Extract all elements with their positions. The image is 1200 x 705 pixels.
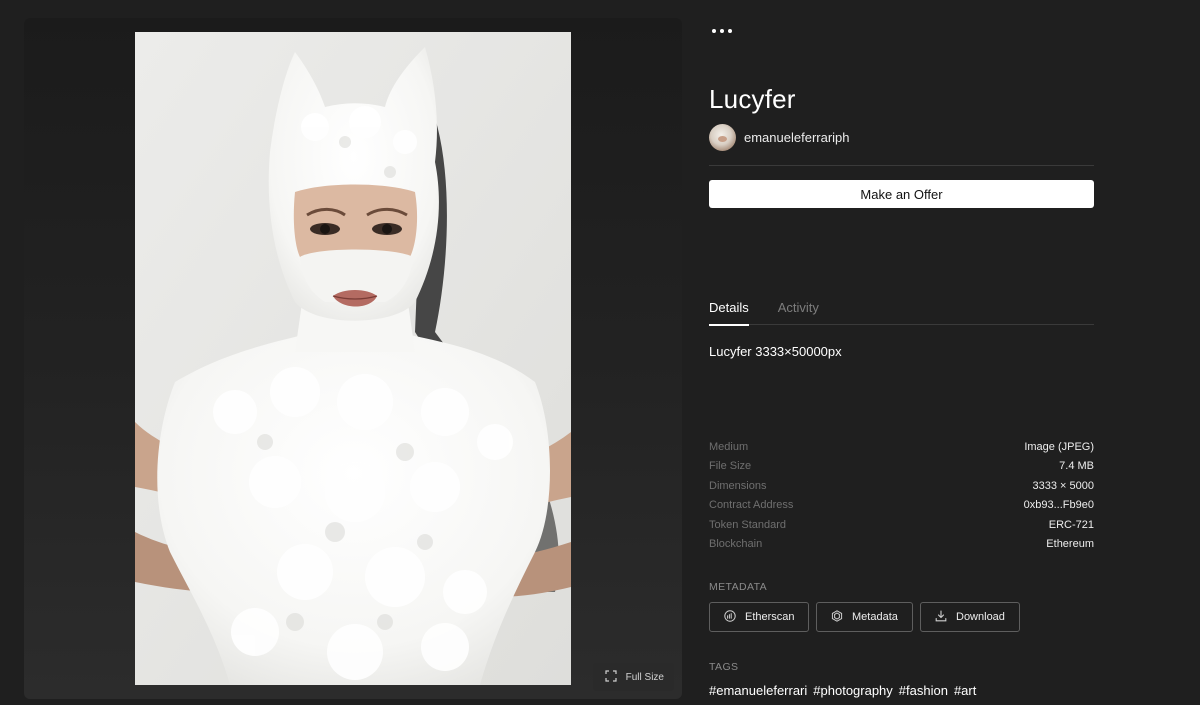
property-row: Token Standard ERC-721 [709,518,1094,537]
property-value: Image (JPEG) [1024,441,1094,453]
etherscan-label: Etherscan [745,611,795,623]
creator-link[interactable]: emanueleferrariph [709,124,850,151]
metadata-button[interactable]: Metadata [816,602,913,632]
tag-link[interactable]: #art [954,683,976,698]
tab-activity[interactable]: Activity [778,300,819,325]
property-row: File Size 7.4 MB [709,459,1094,478]
metadata-label: Metadata [852,611,898,623]
download-label: Download [956,611,1005,623]
property-row: Contract Address 0xb93...Fb9e0 [709,498,1094,517]
expand-icon [605,669,617,685]
etherscan-icon [724,609,736,625]
property-key: Contract Address [709,499,794,512]
artwork-image[interactable] [135,32,571,685]
artwork-stage: Full Size [24,18,682,699]
download-button[interactable]: Download [920,602,1020,632]
artwork-illustration [135,32,571,685]
property-row: Medium Image (JPEG) [709,440,1094,459]
property-row: Blockchain Ethereum [709,537,1094,556]
tag-link[interactable]: #emanueleferrari [709,683,807,698]
properties-list: Medium Image (JPEG) File Size 7.4 MB Dim… [709,440,1094,556]
tag-link[interactable]: #fashion [899,683,948,698]
property-key: Dimensions [709,479,767,492]
make-offer-button[interactable]: Make an Offer [709,180,1094,208]
hexagon-icon [831,609,843,625]
token-title: Lucyfer [709,84,796,114]
divider [709,165,1094,166]
metadata-section-label: METADATA [709,581,768,593]
property-value: Ethereum [1046,537,1094,550]
download-icon [935,609,947,625]
property-value: ERC-721 [1048,518,1094,531]
property-key: Blockchain [709,537,763,550]
property-key: Token Standard [709,518,787,531]
metadata-buttons: Etherscan Metadata Download [709,602,1020,632]
property-key: File Size [709,460,752,473]
tag-list: #emanueleferrari #photography #fashion #… [709,683,976,698]
property-value: 3333 × 5000 [1032,479,1094,492]
tags-section-label: TAGS [709,661,739,673]
avatar [709,124,736,151]
property-value: 7.4 MB [1059,460,1094,473]
full-size-label: Full Size [625,671,664,683]
contract-address-value[interactable]: 0xb93...Fb9e0 [1024,498,1094,517]
property-key: Medium [709,441,749,453]
more-options-icon[interactable] [712,24,732,38]
token-description: Lucyfer 3333×50000px [709,344,842,359]
full-size-button[interactable]: Full Size [592,663,674,691]
etherscan-button[interactable]: Etherscan [709,602,809,632]
property-row: Dimensions 3333 × 5000 [709,479,1094,498]
creator-name: emanueleferrariph [744,130,850,145]
detail-tabs: Details Activity [709,300,1094,326]
tag-link[interactable]: #photography [813,683,893,698]
tab-details[interactable]: Details [709,300,749,326]
detail-panel: Lucyfer emanueleferrariph Make an Offer … [709,0,1094,705]
